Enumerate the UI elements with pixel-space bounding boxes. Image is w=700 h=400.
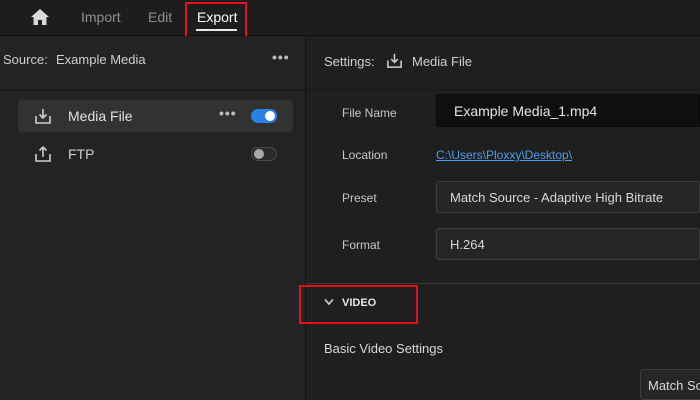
divider [306, 89, 700, 90]
settings-destination-name: Media File [412, 54, 472, 69]
settings-panel: Settings: Media File File Name Example M… [306, 36, 700, 400]
destination-label: FTP [68, 146, 95, 162]
preset-label: Preset [342, 191, 377, 205]
tab-edit[interactable]: Edit [148, 9, 172, 25]
active-tab-indicator [196, 29, 237, 31]
home-icon[interactable] [30, 8, 50, 26]
source-more-button[interactable]: ••• [272, 49, 290, 65]
format-label: Format [342, 238, 381, 252]
media-file-toggle[interactable] [251, 109, 277, 123]
section-divider [306, 283, 700, 284]
destinations-panel: Source: Example Media ••• Media File •••… [0, 36, 306, 400]
source-name: Example Media [56, 52, 146, 67]
tab-import[interactable]: Import [81, 9, 121, 25]
settings-label: Settings: [324, 54, 375, 69]
divider [0, 90, 305, 91]
download-icon [387, 53, 402, 68]
chevron-down-icon[interactable] [324, 298, 334, 306]
location-link[interactable]: C:\Users\Ploxxy\Desktop\ [436, 148, 572, 162]
file-name-label: File Name [342, 106, 397, 120]
ftp-toggle[interactable] [251, 147, 277, 161]
toggle-knob [265, 111, 275, 121]
location-label: Location [342, 148, 388, 162]
basic-video-settings-label: Basic Video Settings [324, 341, 443, 356]
download-icon [35, 109, 51, 124]
destination-media-file[interactable]: Media File ••• [18, 100, 293, 132]
toggle-knob [254, 149, 264, 159]
upload-icon [35, 145, 51, 162]
file-name-input[interactable]: Example Media_1.mp4 [436, 94, 700, 127]
tab-export[interactable]: Export [197, 9, 237, 25]
frame-size-select[interactable]: Match Source [640, 369, 700, 400]
source-label: Source: [3, 52, 48, 67]
format-select[interactable]: H.264 [436, 228, 700, 260]
destination-ftp[interactable]: FTP [18, 138, 293, 170]
preset-select[interactable]: Match Source - Adaptive High Bitrate [436, 181, 700, 213]
destination-label: Media File [68, 108, 133, 124]
video-section-header[interactable]: VIDEO [342, 297, 376, 309]
media-file-more-button[interactable]: ••• [219, 105, 237, 121]
top-nav-bar: Import Edit Export [0, 0, 700, 36]
